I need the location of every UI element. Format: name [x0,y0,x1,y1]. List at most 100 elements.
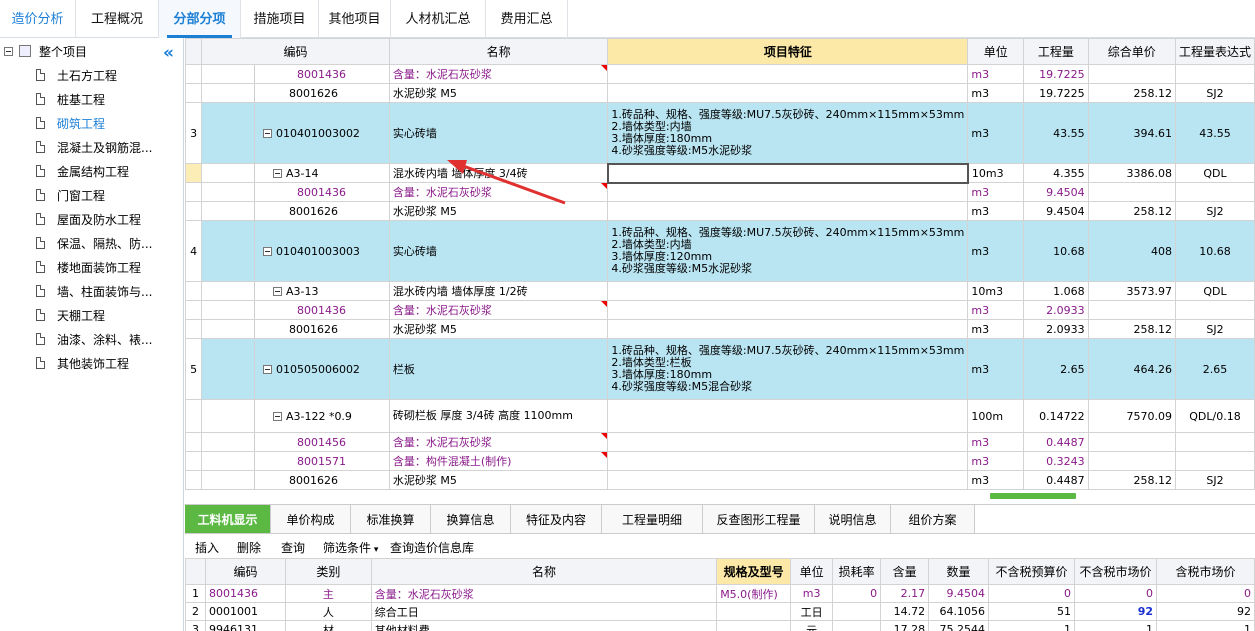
collapse-icon[interactable] [262,129,272,138]
table-row[interactable]: 8001436 含量：水泥石灰砂浆 m3 9.4504 [185,182,1255,202]
budget-cell[interactable]: 1 [988,620,1076,631]
feature-cell[interactable] [607,64,969,84]
header-qty[interactable]: 数量 [928,558,990,585]
table-row[interactable]: A3-14 混水砖内墙 墙体厚度 3/4砖 10m3 4.355 3386.08 QDL [185,162,1255,184]
price-cell[interactable]: 258.12 [1087,201,1176,221]
qty-cell[interactable]: 64.1056 [928,602,990,621]
splitter-handle[interactable] [990,493,1076,499]
code-cell[interactable]: 0001001 [204,602,286,621]
qty-cell[interactable]: 9.4504 [1023,201,1089,221]
table-row[interactable]: A3-122 *0.9 砖砌栏板 厚度 3/4砖 高度 1100mm 100m 0.1… [185,399,1255,433]
unit-cell[interactable]: m3 [967,102,1025,164]
unit-cell[interactable]: m3 [967,338,1025,400]
expr-cell[interactable] [1174,451,1255,471]
code-cell[interactable]: 010401003003 [253,220,390,282]
code-cell[interactable]: A3-14 [253,163,390,183]
qty-cell[interactable]: 1.068 [1023,281,1089,301]
table-row[interactable]: 8001626 水泥砂浆 M5 m3 0.4487 258.12 SJ2 [185,470,1255,490]
price-cell[interactable]: 7570.09 [1087,399,1176,433]
table-row[interactable]: 8001571 含量：构件混凝土(制作) m3 0.3243 [185,451,1255,471]
detail-tab-4[interactable]: 特征及内容 [511,505,602,533]
unit-cell[interactable]: 10m3 [967,281,1025,301]
expr-cell[interactable]: SJ2 [1174,83,1255,103]
name-cell[interactable]: 混水砖内墙 墙体厚度 1/2砖 [388,281,609,301]
code-cell[interactable]: 8001626 [253,201,390,221]
feature-cell[interactable] [607,432,969,452]
budget-cell[interactable]: 51 [988,602,1076,621]
collapse-icon[interactable] [272,287,282,296]
price-cell[interactable]: 258.12 [1087,319,1176,339]
price-cell[interactable] [1087,451,1176,471]
top-tab-2[interactable]: 分部分项 [159,0,241,38]
collapse-icon[interactable] [272,412,282,421]
type-cell[interactable]: 材 [284,620,372,631]
expr-cell[interactable]: 2.65 [1174,338,1255,400]
price-cell[interactable] [1087,64,1176,84]
price-cell[interactable]: 464.26 [1087,338,1176,400]
table-row[interactable]: A3-13 混水砖内墙 墙体厚度 1/2砖 10m3 1.068 3573.97 QDL [185,281,1255,301]
unit-cell[interactable]: m3 [967,451,1025,471]
market-cell[interactable]: 1 [1074,620,1157,631]
unit-cell[interactable]: m3 [967,83,1025,103]
qty-cell[interactable]: 75.2544 [928,620,990,631]
taxmarket-cell[interactable]: 0 [1156,584,1255,603]
expr-cell[interactable]: 10.68 [1174,220,1255,282]
feature-cell[interactable] [606,162,969,184]
price-cell[interactable]: 394.61 [1087,102,1176,164]
price-cell[interactable] [1087,432,1176,452]
feature-cell[interactable] [607,83,969,103]
unit-cell[interactable]: m3 [967,319,1025,339]
name-cell[interactable]: 砖砌栏板 厚度 3/4砖 高度 1100mm [388,399,609,433]
table-row[interactable]: 8001626 水泥砂浆 M5 m3 2.0933 258.12 SJ2 [185,319,1255,339]
header-name[interactable]: 名称 [370,558,718,585]
code-cell[interactable]: A3-13 [253,281,390,301]
qty-cell[interactable]: 2.0933 [1023,319,1089,339]
name-cell[interactable]: 含量：水泥石灰砂浆 [388,300,609,320]
price-cell[interactable] [1087,300,1176,320]
header-qty[interactable]: 工程量 [1023,38,1089,65]
header-unit[interactable]: 单位 [967,38,1025,65]
table-row[interactable]: 8001626 水泥砂浆 M5 m3 19.7225 258.12 SJ2 [185,83,1255,103]
code-cell[interactable]: 8001436 [204,584,286,603]
name-cell[interactable]: 其他材料费 [370,620,718,631]
name-cell[interactable]: 混水砖内墙 墙体厚度 3/4砖 [388,163,609,183]
taxmarket-cell[interactable]: 92 [1156,602,1255,621]
feature-cell[interactable] [607,319,969,339]
collapse-minus-icon[interactable] [4,46,13,56]
table-row[interactable]: 8001436 含量：水泥石灰砂浆 m3 19.7225 [185,64,1255,84]
market-cell[interactable]: 0 [1074,584,1157,603]
collapse-sidebar-icon[interactable]: « [163,43,174,63]
unit-cell[interactable]: 工日 [790,602,834,621]
table-row[interactable]: 3 010401003002 实心砖墙 1.砖品种、规格、强度等级:MU7.5灰砂砖、… [185,102,1255,164]
expr-cell[interactable]: QDL [1174,163,1255,183]
detail-tab-2[interactable]: 标准换算 [351,505,431,533]
qty-cell[interactable]: 9.4504 [928,584,990,603]
expr-cell[interactable]: SJ2 [1174,470,1255,490]
unit-cell[interactable]: m3 [967,470,1025,490]
header-feature[interactable]: 项目特征 [607,38,969,65]
name-cell[interactable]: 实心砖墙 [388,220,609,282]
name-cell[interactable]: 水泥砂浆 M5 [388,319,609,339]
expr-cell[interactable]: SJ2 [1174,319,1255,339]
collapse-icon[interactable] [272,169,282,178]
content-cell[interactable]: 2.17 [880,584,930,603]
feature-cell[interactable] [607,281,969,301]
price-cell[interactable] [1087,182,1176,202]
tree-node[interactable]: 金属结构工程 [36,161,129,181]
table-row[interactable]: 1 8001436 主含量：水泥石灰砂浆 M5.0(制作) m3 0 2.17 9.4504 0… [185,584,1255,603]
price-cell[interactable]: 408 [1087,220,1176,282]
header-unit[interactable]: 单位 [790,558,834,585]
tree-node[interactable]: 楼地面装饰工程 [36,257,141,277]
feature-cell[interactable] [607,300,969,320]
unit-cell[interactable]: m3 [967,300,1025,320]
qty-cell[interactable]: 19.7225 [1023,83,1089,103]
qty-cell[interactable]: 2.65 [1023,338,1089,400]
top-tab-1[interactable]: 工程概况 [76,0,159,38]
code-cell[interactable]: 010505006002 [253,338,390,400]
name-cell[interactable]: 含量：水泥石灰砂浆 [388,182,609,202]
unit-cell[interactable]: m3 [967,432,1025,452]
detail-tab-8[interactable]: 组价方案 [891,505,975,533]
name-cell[interactable]: 水泥砂浆 M5 [388,470,609,490]
top-tab-6[interactable]: 费用汇总 [486,0,568,38]
qty-cell[interactable]: 2.0933 [1023,300,1089,320]
